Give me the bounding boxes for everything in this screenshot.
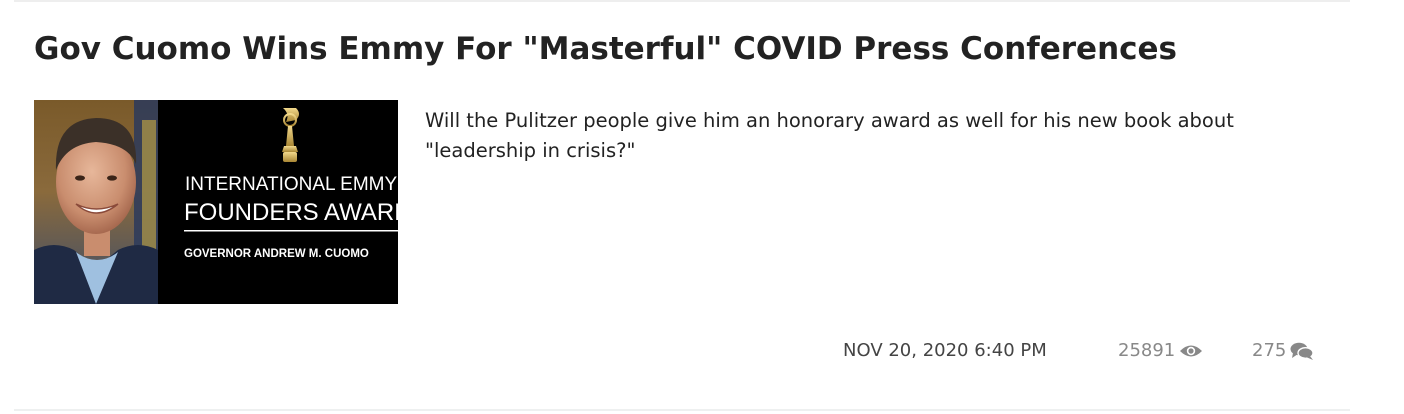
eye-icon xyxy=(1180,345,1203,357)
award-title-line1: INTERNATIONAL EMMY xyxy=(185,174,398,195)
article-headline[interactable]: Gov Cuomo Wins Emmy For "Masterful" COVI… xyxy=(34,26,1177,72)
comment-count[interactable]: 275 xyxy=(1252,336,1315,366)
view-count-value: 25891 xyxy=(1118,340,1176,361)
thumbnail-image: INTERNATIONAL EMMY FOUNDERS AWARD GOVERN… xyxy=(34,100,398,304)
top-divider xyxy=(14,0,1350,2)
view-count: 25891 xyxy=(1118,336,1203,366)
award-divider xyxy=(184,230,398,232)
comments-icon xyxy=(1290,342,1315,360)
article-teaser: Will the Pulitzer people give him an hon… xyxy=(425,109,1234,162)
award-title-line2: FOUNDERS AWARD xyxy=(184,199,398,226)
comment-count-value: 275 xyxy=(1252,340,1287,361)
article-thumbnail[interactable]: INTERNATIONAL EMMY FOUNDERS AWARD GOVERN… xyxy=(34,100,398,304)
article-date: NOV 20, 2020 6:40 PM xyxy=(843,340,1047,361)
award-recipient: GOVERNOR ANDREW M. CUOMO xyxy=(184,248,369,260)
bottom-divider xyxy=(14,409,1350,411)
emmy-statuette-icon xyxy=(282,108,299,162)
